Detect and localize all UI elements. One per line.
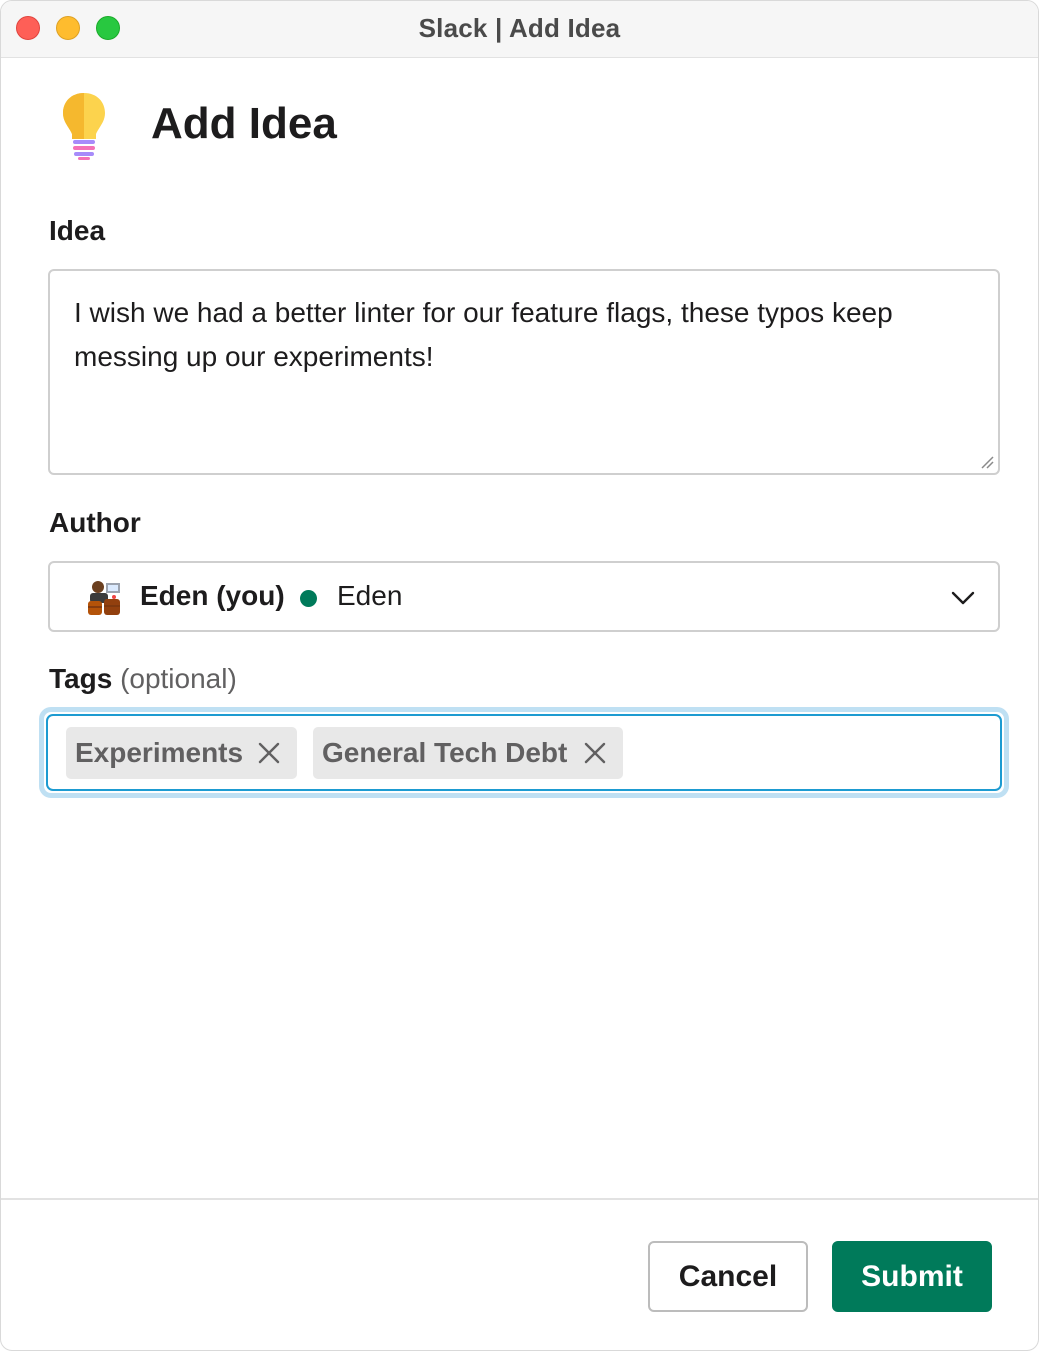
idea-textarea[interactable]: I wish we had a better linter for our fe… — [48, 269, 1000, 475]
page-title: Add Idea — [151, 99, 337, 148]
remove-tag-icon[interactable] — [257, 741, 281, 765]
remove-tag-icon[interactable] — [583, 741, 607, 765]
lightbulb-icon — [61, 91, 107, 161]
tags-multiselect[interactable]: Experiments General Tech Debt — [46, 714, 1002, 791]
tag-chip-experiments: Experiments — [66, 727, 297, 779]
submit-button[interactable]: Submit — [832, 1241, 992, 1312]
tag-label: Experiments — [75, 737, 244, 768]
chevron-down-icon[interactable] — [950, 585, 976, 611]
author-label: Author — [49, 507, 141, 538]
tags-label-text: Tags — [49, 663, 113, 694]
title-bar: Slack | Add Idea — [1, 1, 1038, 58]
resize-grip-icon[interactable] — [980, 455, 994, 469]
author-select[interactable]: Eden (you) Eden — [48, 561, 1000, 632]
add-idea-window: Slack | Add Idea Add Idea Idea I wish we… — [0, 0, 1039, 1351]
author-display-name: Eden — [337, 580, 403, 611]
optional-hint: (optional) — [120, 663, 237, 694]
cancel-button[interactable]: Cancel — [648, 1241, 808, 1312]
tag-label: General Tech Debt — [322, 737, 568, 768]
user-avatar — [84, 577, 124, 617]
footer-divider — [1, 1198, 1038, 1200]
tags-label: Tags (optional) — [49, 663, 237, 695]
idea-label: Idea — [49, 215, 106, 246]
author-name: Eden (you) — [140, 580, 285, 611]
presence-status-icon — [300, 590, 317, 607]
idea-text: I wish we had a better linter for our fe… — [74, 297, 893, 372]
tag-chip-general-tech-debt: General Tech Debt — [313, 727, 623, 779]
window-title: Slack | Add Idea — [418, 13, 621, 43]
